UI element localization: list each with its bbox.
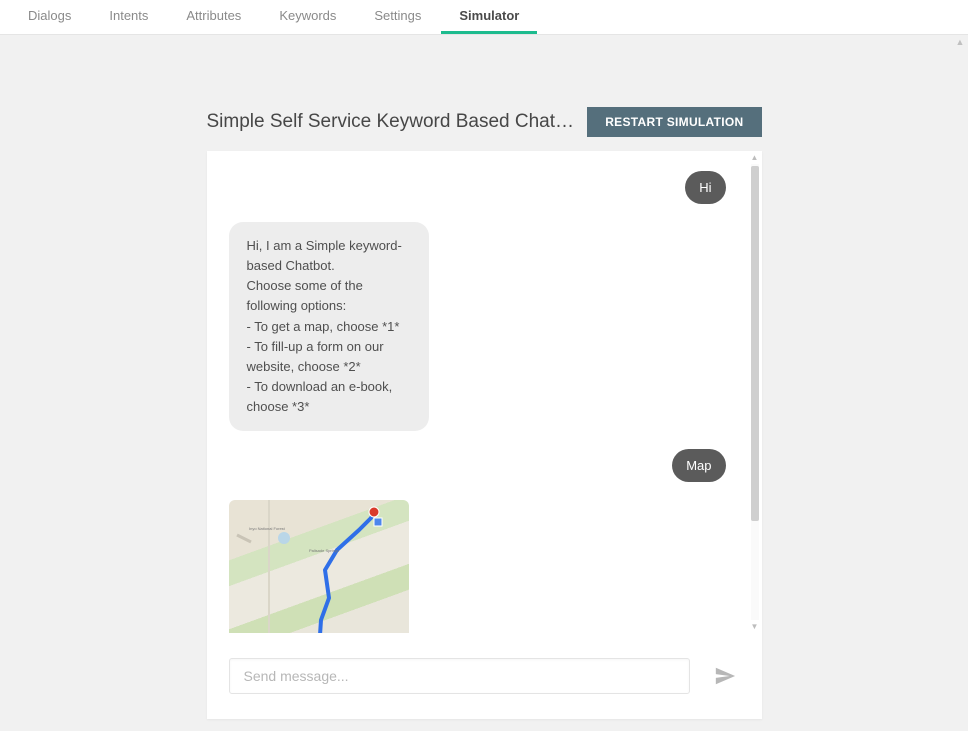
top-tabs: Dialogs Intents Attributes Keywords Sett… [0, 0, 968, 35]
header-row: Simple Self Service Keyword Based Chatbo… [207, 107, 762, 137]
message-row-bot: Hi, I am a Simple keyword-based Chatbot.… [229, 222, 726, 431]
tab-dialogs[interactable]: Dialogs [10, 0, 89, 34]
chevron-down-icon[interactable]: ▼ [751, 620, 759, 633]
tab-attributes[interactable]: Attributes [168, 0, 259, 34]
message-row-bot: Inyo National Forest Palisade Springs [229, 500, 726, 633]
message-row-user: Hi [229, 171, 726, 204]
message-input[interactable] [229, 658, 690, 694]
message-row-user: Map [229, 449, 726, 482]
page-body: ▲ Simple Self Service Keyword Based Chat… [0, 35, 968, 731]
tab-keywords[interactable]: Keywords [261, 0, 354, 34]
send-button[interactable] [710, 661, 740, 691]
restart-simulation-button[interactable]: RESTART SIMULATION [587, 107, 761, 137]
user-message: Map [672, 449, 725, 482]
bot-message: Hi, I am a Simple keyword-based Chatbot.… [229, 222, 429, 431]
svg-text:Palisade Springs: Palisade Springs [309, 548, 339, 553]
user-message: Hi [685, 171, 725, 204]
svg-text:Inyo National Forest: Inyo National Forest [249, 526, 286, 531]
tab-simulator[interactable]: Simulator [441, 0, 537, 34]
scrollbar-thumb[interactable] [751, 166, 759, 521]
map-icon: Inyo National Forest Palisade Springs [229, 500, 409, 633]
page-title: Simple Self Service Keyword Based Chatbo… [207, 111, 580, 133]
scroll-up-icon[interactable]: ▲ [955, 37, 965, 47]
page-scrollbar[interactable]: ▲ [952, 35, 968, 731]
chat-window: Hi Hi, I am a Simple keyword-based Chatb… [207, 151, 762, 719]
tab-intents[interactable]: Intents [91, 0, 166, 34]
scrollbar-track[interactable] [751, 164, 759, 620]
chat-scrollbar[interactable]: ▲ ▼ [748, 151, 762, 633]
chevron-up-icon[interactable]: ▲ [751, 151, 759, 164]
send-icon [714, 665, 736, 687]
chat-messages: Hi Hi, I am a Simple keyword-based Chatb… [207, 151, 748, 633]
composer [207, 633, 762, 719]
bot-message-map: Inyo National Forest Palisade Springs [229, 500, 409, 633]
tab-settings[interactable]: Settings [356, 0, 439, 34]
